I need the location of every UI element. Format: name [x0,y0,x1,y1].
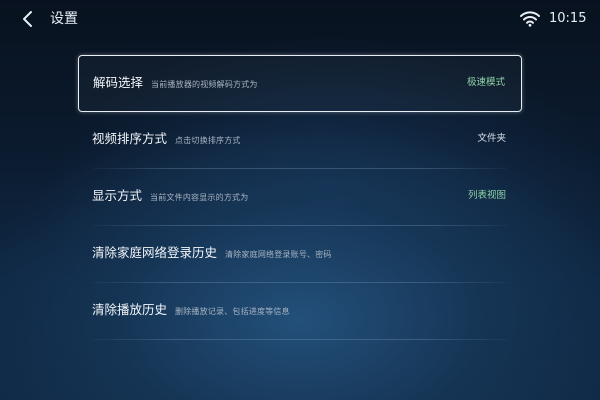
setting-value: 极速模式 [466,77,505,88]
setting-value: 文件夹 [477,133,506,144]
settings-list: 解码选择 当前播放器的视频解码方式为 极速模式 视频排序方式 点击切换排序方式 文件… [78,55,522,340]
setting-item-clear-play-history[interactable]: 清除播放历史 删除播放记录、包括进度等信息 [78,283,522,340]
setting-description: 清除家庭网络登录账号、密码 [225,250,332,259]
setting-title-text: 清除播放历史 [92,302,168,317]
divider [92,339,508,340]
page-title: 设置 [50,11,78,27]
setting-title: 清除家庭网络登录历史 清除家庭网络登录账号、密码 [92,244,332,264]
setting-item-video-sort[interactable]: 视频排序方式 点击切换排序方式 文件夹 [78,112,522,169]
clock: 10:15 [549,11,587,26]
setting-title: 清除播放历史 删除播放记录、包括进度等信息 [92,301,290,321]
setting-description: 点击切换排序方式 [175,136,241,145]
setting-item-decoder[interactable]: 解码选择 当前播放器的视频解码方式为 极速模式 [78,55,522,112]
setting-title-text: 显示方式 [92,188,143,203]
setting-title-text: 清除家庭网络登录历史 [92,245,218,260]
setting-title: 解码选择 当前播放器的视频解码方式为 [93,74,258,94]
setting-value: 列表视图 [467,190,506,201]
chevron-left-icon[interactable] [18,9,38,29]
setting-item-display-mode[interactable]: 显示方式 当前文件内容显示的方式为 列表视图 [78,169,522,226]
status-bar: 设置 10:15 [0,0,600,38]
setting-item-clear-network-login[interactable]: 清除家庭网络登录历史 清除家庭网络登录账号、密码 [78,226,522,283]
setting-title-text: 解码选择 [93,75,144,90]
setting-description: 当前播放器的视频解码方式为 [151,80,258,89]
setting-description: 删除播放记录、包括进度等信息 [175,307,290,316]
setting-description: 当前文件内容显示的方式为 [150,193,249,202]
setting-title: 视频排序方式 点击切换排序方式 [92,130,241,150]
setting-title-text: 视频排序方式 [92,131,168,146]
setting-title: 显示方式 当前文件内容显示的方式为 [92,187,248,207]
wifi-icon [520,11,540,27]
